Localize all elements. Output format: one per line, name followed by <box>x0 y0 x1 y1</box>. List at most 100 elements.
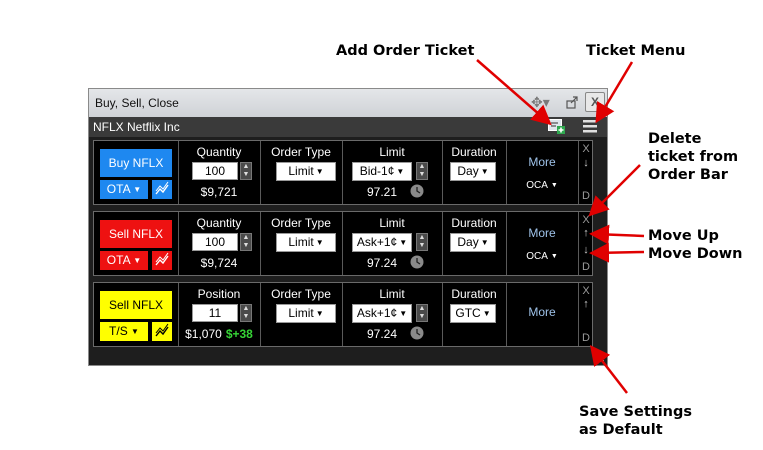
clock-icon[interactable] <box>410 326 424 340</box>
quantity-input[interactable]: 100 <box>192 162 238 180</box>
order-type-dropdown[interactable]: Limit ▼ <box>276 162 336 181</box>
limit-dropdown[interactable]: Ask+1¢ ▼ <box>352 233 412 252</box>
annotation-ticket-menu: Ticket Menu <box>586 43 686 59</box>
annotation-delete-line1: Delete <box>648 131 702 147</box>
annotation-move-up: Move Up <box>648 228 719 244</box>
position-value: $1,070 <box>185 327 222 341</box>
chart-icon[interactable] <box>152 322 172 341</box>
more-link[interactable]: More <box>506 226 578 240</box>
limit-dropdown[interactable]: Bid-1¢ ▼ <box>352 162 412 181</box>
annotation-delete-ticket: Delete ticket from Order Bar <box>648 130 738 184</box>
order-type-dropdown[interactable]: Limit ▼ <box>276 304 336 323</box>
order-value: $9,724 <box>200 256 238 270</box>
limit-value: Ask+1¢ <box>356 235 398 249</box>
order-type-header: Order Type <box>271 216 331 230</box>
buy-button[interactable]: Buy NFLX <box>100 149 172 177</box>
resize-grip-icon[interactable] <box>595 353 605 363</box>
annotation-save-line2: as Default <box>579 422 663 438</box>
close-position-button[interactable]: Sell NFLX <box>100 291 172 319</box>
move-up-button[interactable]: ↑ <box>579 227 593 239</box>
limit-stepper[interactable]: ▲ ▼ <box>416 162 428 180</box>
quantity-stepper[interactable]: ▲ ▼ <box>240 233 252 251</box>
position-input[interactable]: 11 <box>192 304 238 322</box>
annotation-save-line1: Save Settings <box>579 404 693 420</box>
order-class-value: OTA <box>106 182 130 196</box>
oca-dropdown[interactable]: OCA ▼ <box>506 251 578 262</box>
window-title: Buy, Sell, Close <box>95 96 179 110</box>
limit-value: Ask+1¢ <box>356 306 398 320</box>
limit-header: Limit <box>379 287 405 301</box>
close-button[interactable]: X <box>585 92 605 112</box>
action-cell: Buy NFLX OTA ▼ <box>94 141 179 204</box>
more-link[interactable]: More <box>506 305 578 319</box>
limit-stepper[interactable]: ▲ ▼ <box>416 233 428 251</box>
order-type-cell: Order Type Limit ▼ <box>260 141 343 204</box>
delete-ticket-button[interactable]: X <box>579 285 593 297</box>
annotation-delete-line3: Order Bar <box>648 167 728 183</box>
order-type-cell: Order Type Limit ▼ <box>260 283 343 346</box>
chart-icon[interactable] <box>152 180 172 199</box>
oca-value: OCA <box>526 180 548 191</box>
add-order-ticket-icon[interactable] <box>548 119 565 134</box>
limit-header: Limit <box>379 216 405 230</box>
order-type-value: Limit <box>288 235 314 249</box>
order-ticket-sell: Sell NFLX OTA ▼ Quantity 100 ▲ ▼ $9,724 O… <box>93 211 593 276</box>
clock-icon[interactable] <box>410 184 424 198</box>
save-default-button[interactable]: D <box>579 190 593 202</box>
annotation-save-settings: Save Settings as Default <box>579 403 692 439</box>
annotation-move-down: Move Down <box>648 246 743 262</box>
duration-header: Duration <box>451 216 497 230</box>
order-type-header: Order Type <box>271 287 331 301</box>
duration-value: GTC <box>455 306 481 320</box>
more-link[interactable]: More <box>506 155 578 169</box>
delete-ticket-button[interactable]: X <box>579 214 593 226</box>
duration-header: Duration <box>451 145 497 159</box>
duration-value: Day <box>457 235 479 249</box>
order-class-dropdown[interactable]: OTA ▼ <box>100 251 148 270</box>
order-bar-window: Buy, Sell, Close ✥▾ X NFLX Netflix Inc B… <box>88 88 608 366</box>
quantity-stepper[interactable]: ▲ ▼ <box>240 162 252 180</box>
order-class-dropdown[interactable]: T/S ▼ <box>100 322 148 341</box>
action-cell: Sell NFLX OTA ▼ <box>94 212 179 275</box>
order-class-value: T/S <box>109 324 128 338</box>
limit-stepper[interactable]: ▲ ▼ <box>416 304 428 322</box>
move-down-button[interactable]: ↓ <box>579 244 593 256</box>
duration-value: Day <box>457 164 479 178</box>
action-cell: Sell NFLX T/S ▼ <box>94 283 179 346</box>
order-ticket-buy: Buy NFLX OTA ▼ Quantity 100 ▲ ▼ $9,721 Or… <box>93 140 593 205</box>
move-down-button[interactable]: ↓ <box>579 157 593 169</box>
clock-icon[interactable] <box>410 255 424 269</box>
move-up-button[interactable]: ↑ <box>579 298 593 310</box>
move-icon[interactable]: ✥▾ <box>531 94 550 111</box>
order-type-dropdown[interactable]: Limit ▼ <box>276 233 336 252</box>
ticket-menu-icon[interactable] <box>583 120 597 133</box>
duration-cell: Duration Day ▼ <box>442 212 507 275</box>
save-default-button[interactable]: D <box>579 332 593 344</box>
more-cell: More <box>506 283 578 346</box>
order-value: $9,721 <box>200 185 238 199</box>
position-stepper[interactable]: ▲ ▼ <box>240 304 252 322</box>
duration-dropdown[interactable]: Day ▼ <box>450 233 496 252</box>
duration-header: Duration <box>451 287 497 301</box>
limit-cell: Limit Ask+1¢ ▼ ▲ ▼ 97.24 <box>342 283 443 346</box>
oca-dropdown[interactable]: OCA ▼ <box>506 180 578 191</box>
duration-dropdown[interactable]: Day ▼ <box>450 162 496 181</box>
export-icon[interactable] <box>565 95 579 109</box>
order-type-cell: Order Type Limit ▼ <box>260 212 343 275</box>
position-header: Position <box>197 287 241 301</box>
order-class-dropdown[interactable]: OTA ▼ <box>100 180 148 199</box>
limit-dropdown[interactable]: Ask+1¢ ▼ <box>352 304 412 323</box>
order-type-value: Limit <box>288 164 314 178</box>
duration-cell: Duration GTC ▼ <box>442 283 507 346</box>
title-bar[interactable]: Buy, Sell, Close ✥▾ X <box>89 89 607 118</box>
duration-dropdown[interactable]: GTC ▼ <box>450 304 496 323</box>
save-default-button[interactable]: D <box>579 261 593 273</box>
quantity-input[interactable]: 100 <box>192 233 238 251</box>
ticket-controls: X ↑ D <box>578 283 593 346</box>
quantity-header: Quantity <box>196 145 242 159</box>
delete-ticket-button[interactable]: X <box>579 143 593 155</box>
ticket-controls: X ↓ D <box>578 141 593 204</box>
sell-button[interactable]: Sell NFLX <box>100 220 172 248</box>
chart-icon[interactable] <box>152 251 172 270</box>
position-value-row: $1,070 $+38 <box>178 327 260 341</box>
